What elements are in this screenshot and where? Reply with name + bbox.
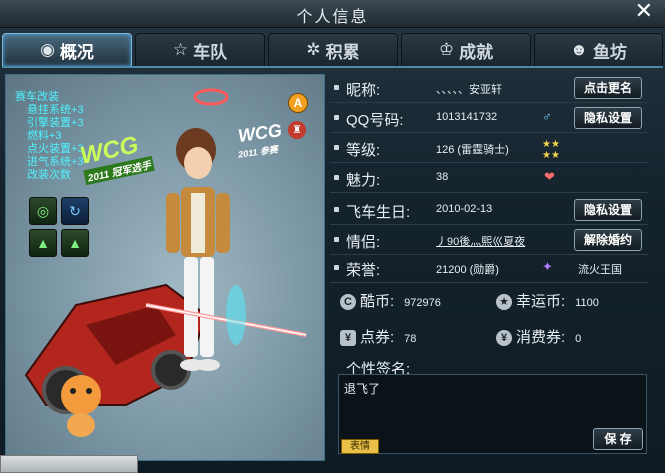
- tab-overview[interactable]: ◉ 概况: [2, 33, 132, 67]
- tab-fish[interactable]: ☻ 鱼坊: [534, 33, 663, 67]
- close-icon[interactable]: ✕: [635, 0, 653, 24]
- mod-item: 燃料+3: [27, 130, 62, 142]
- tab-accumulate[interactable]: ✲ 积累: [268, 33, 398, 67]
- fish-icon: ☻: [570, 40, 588, 59]
- cool-coin-label: 酷币:: [360, 293, 395, 310]
- mod-item: 点火装置+3: [27, 143, 84, 155]
- level-stars-icon: ★★ ★★: [542, 139, 560, 161]
- birthday-value: 2010-02-13: [436, 203, 493, 215]
- kingdom-name: 流火王国: [578, 264, 622, 276]
- divorce-button[interactable]: 解除婚约: [574, 229, 642, 251]
- horizontal-scrollbar[interactable]: [0, 455, 138, 473]
- skill-slot-4[interactable]: ▲: [61, 229, 89, 257]
- points-icon: ¥: [340, 330, 356, 347]
- qq-label: QQ号码:: [346, 112, 404, 129]
- profile-window: 个人信息 ✕ ◉ 概况 ☆ 车队 ✲ 积累 ♔ 成就 ☻ 鱼坊 赛车改装 悬挂系…: [0, 0, 665, 473]
- birthday-label: 飞车生日:: [346, 204, 411, 221]
- level-row: 等级: 126 (雷霆骑士) ★★ ★★: [330, 134, 648, 163]
- mod-item: 改装次数: [27, 169, 71, 181]
- rank-up-icon: ▲: [68, 235, 82, 251]
- charm-row: 魅力: 38 ❤: [330, 164, 648, 193]
- mod-item: 引擎装置+3: [27, 117, 84, 129]
- qq-row: QQ号码: 1013141732 ♂ 隐私设置: [330, 104, 648, 133]
- tab-label: 鱼坊: [592, 42, 627, 62]
- charm-value: 38: [436, 171, 449, 183]
- bullet-icon: [334, 207, 339, 212]
- bullet-icon: [334, 85, 339, 90]
- lucky-coin-icon: ★: [496, 294, 512, 311]
- nickname-label: 昵称:: [346, 82, 381, 99]
- cool-coin-value: 972976: [404, 297, 441, 309]
- lucky-coin: ★ 幸运币: 1100: [496, 290, 599, 311]
- rank-up-icon: ▲: [36, 235, 50, 251]
- nickname-value: 、、、、、安亚轩: [436, 84, 502, 96]
- tab-label: 车队: [193, 42, 228, 62]
- bullet-icon: [334, 145, 339, 150]
- tab-divider: [2, 66, 663, 68]
- points: ¥ 点券: 78: [340, 326, 416, 347]
- partner-label: 情侣:: [346, 234, 381, 251]
- swirl-icon: ◎: [36, 202, 50, 219]
- tab-label: 积累: [325, 42, 360, 62]
- skill-slot-2[interactable]: ↻: [61, 197, 89, 225]
- privacy-settings-button[interactable]: 隐私设置: [574, 107, 642, 129]
- gear-icon: ✲: [306, 40, 321, 59]
- cool-coin: C 酷币: 972976: [340, 290, 441, 311]
- charm-label: 魅力:: [346, 172, 381, 189]
- partner-link[interactable]: 丿90後灬熙巛夏夜: [436, 233, 525, 249]
- partner-row: 情侣: 丿90後灬熙巛夏夜 解除婚约: [330, 226, 648, 255]
- honor-row: 荣誉: 21200 (勋爵) ✦ 流火王国: [330, 254, 648, 283]
- voucher-icon: ¥: [496, 330, 512, 347]
- cycle-icon: ↻: [69, 202, 81, 219]
- title-bar: 个人信息 ✕: [0, 0, 665, 28]
- honor-value: 21200 (勋爵): [436, 264, 499, 276]
- tab-achievement[interactable]: ♔ 成就: [401, 33, 531, 67]
- coin-icon: C: [340, 294, 356, 311]
- bullet-icon: [334, 265, 339, 270]
- voucher-value: 0: [575, 333, 582, 345]
- bullet-icon: [334, 175, 339, 180]
- qq-value: 1013141732: [436, 111, 498, 123]
- avatar-panel: 赛车改装 悬挂系统+3 引擎装置+3 燃料+3 点火装置+3 进气系统+3 改装…: [5, 74, 325, 461]
- voucher-label: 消费券:: [516, 329, 566, 346]
- rename-button[interactable]: 点击更名: [574, 77, 642, 99]
- crest-icon: ✦: [542, 259, 553, 274]
- bullet-icon: [334, 237, 339, 242]
- tab-team[interactable]: ☆ 车队: [135, 33, 265, 67]
- tab-bar: ◉ 概况 ☆ 车队 ✲ 积累 ♔ 成就 ☻ 鱼坊: [2, 33, 663, 67]
- emoji-button[interactable]: 表情: [341, 439, 379, 454]
- birthday-row: 飞车生日: 2010-02-13 隐私设置: [330, 196, 648, 225]
- lock-badge-icon[interactable]: ♜: [288, 121, 306, 139]
- skill-slot-1[interactable]: ◎: [29, 197, 57, 225]
- nickname-row: 昵称: 、、、、、安亚轩 点击更名: [330, 74, 648, 103]
- voucher: ¥ 消费券: 0: [496, 326, 581, 347]
- window-title: 个人信息: [296, 9, 369, 26]
- tab-label: 概况: [59, 42, 94, 62]
- mod-list: 赛车改装 悬挂系统+3 引擎装置+3 燃料+3 点火装置+3 进气系统+3 改装…: [15, 91, 84, 182]
- overview-icon: ◉: [40, 40, 55, 59]
- tab-label: 成就: [459, 42, 494, 62]
- points-value: 78: [404, 333, 417, 345]
- gender-male-icon: ♂: [542, 109, 552, 124]
- achievement-icon: ♔: [438, 40, 455, 59]
- mod-item: 进气系统+3: [27, 156, 84, 168]
- level-value: 126 (雷霆骑士): [436, 144, 509, 156]
- star-icon: ☆: [172, 40, 189, 59]
- bullet-icon: [334, 115, 339, 120]
- heart-icon: ❤: [544, 169, 555, 184]
- skill-slot-3[interactable]: ▲: [29, 229, 57, 257]
- mod-item: 悬挂系统+3: [27, 104, 84, 116]
- save-button[interactable]: 保 存: [593, 428, 643, 450]
- points-label: 点券:: [360, 329, 395, 346]
- lucky-coin-label: 幸运币:: [516, 293, 566, 310]
- mod-item: 赛车改装: [15, 91, 59, 103]
- badge-a[interactable]: A: [288, 93, 308, 113]
- honor-label: 荣誉:: [346, 262, 381, 279]
- level-label: 等级:: [346, 142, 381, 159]
- lucky-coin-value: 1100: [575, 297, 599, 309]
- signature-text: 退飞了: [344, 382, 381, 396]
- privacy-settings-button-2[interactable]: 隐私设置: [574, 199, 642, 221]
